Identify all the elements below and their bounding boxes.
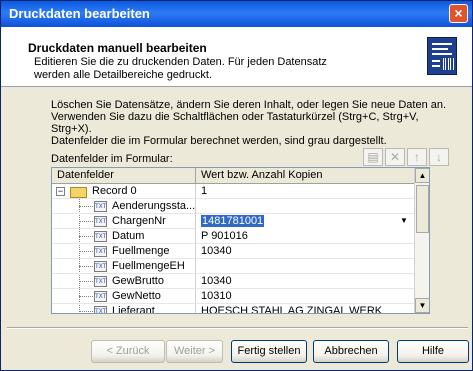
next-button[interactable]: Weiter > xyxy=(166,340,223,363)
text-field-icon: TXT xyxy=(94,216,107,227)
header-subtitle-line1: Editieren Sie die zu druckenden Daten. F… xyxy=(34,56,327,68)
folder-icon xyxy=(70,187,87,198)
text-field-icon: TXT xyxy=(94,306,107,313)
field-name: Fuellmenge xyxy=(112,245,170,257)
record-value[interactable]: 1 xyxy=(196,184,414,199)
field-name: ChargenNr xyxy=(112,215,166,227)
move-up-button[interactable]: ↑ xyxy=(407,148,427,166)
instructions-line1: Löschen Sie Datensätze, ändern Sie deren… xyxy=(51,99,447,111)
field-name: Datum xyxy=(112,230,145,242)
tree-row-field[interactable]: TXT Fuellmenge 10340 xyxy=(52,244,414,259)
scroll-down-icon: ▼ xyxy=(418,301,427,310)
tree-row-record[interactable]: − Record 0 1 xyxy=(52,184,414,199)
field-name: FuellmengeEH xyxy=(112,260,185,272)
new-record-button[interactable]: ▤ xyxy=(363,148,383,166)
vertical-scrollbar[interactable]: ▲ ▼ xyxy=(414,168,429,313)
text-field-icon: TXT xyxy=(94,231,107,242)
column-header-fields[interactable]: Datenfelder xyxy=(52,168,196,183)
delete-button[interactable]: ✕ xyxy=(385,148,405,166)
tree-row-field[interactable]: TXT Aenderungssta... xyxy=(52,199,414,214)
data-grid[interactable]: Datenfelder Wert bzw. Anzahl Kopien − Re… xyxy=(51,167,430,314)
grid-label: Datenfelder im Formular: xyxy=(51,153,173,165)
header-subtitle: Editieren Sie die zu druckenden Daten. F… xyxy=(34,56,394,82)
collapse-icon[interactable]: − xyxy=(56,187,65,196)
tree-row-field[interactable]: TXT FuellmengeEH xyxy=(52,259,414,274)
field-value[interactable] xyxy=(196,199,414,214)
field-name: GewNetto xyxy=(112,290,161,302)
print-data-icon xyxy=(427,37,457,75)
move-down-button[interactable]: ↓ xyxy=(429,148,449,166)
tree-row-field[interactable]: TXT GewBrutto 10340 xyxy=(52,274,414,289)
move-down-icon: ↓ xyxy=(436,150,442,164)
field-value[interactable]: HOESCH STAHL AG ZINGAL WERK xyxy=(196,304,414,313)
field-name: Aenderungssta... xyxy=(112,200,196,212)
close-icon: × xyxy=(454,5,463,21)
scroll-down-button[interactable]: ▼ xyxy=(415,298,429,313)
title-bar[interactable]: Druckdaten bearbeiten × xyxy=(1,1,472,27)
field-value[interactable]: 10340 xyxy=(196,244,414,259)
tree-row-field[interactable]: TXT Datum P 901016 xyxy=(52,229,414,244)
field-name: GewBrutto xyxy=(112,275,164,287)
instructions-line2: Verwenden Sie dazu die Schaltflächen ode… xyxy=(51,111,419,135)
text-field-icon: TXT xyxy=(94,276,107,287)
wizard-header: Druckdaten manuell bearbeiten Editieren … xyxy=(1,27,472,87)
back-button[interactable]: < Zurück xyxy=(91,340,165,363)
instructions-text: Löschen Sie Datensätze, ändern Sie deren… xyxy=(51,99,461,147)
field-value[interactable]: P 901016 xyxy=(196,229,414,244)
tree-row-field-selected[interactable]: TXT ChargenNr 1481781001 ▼ xyxy=(52,214,414,229)
text-field-icon: TXT xyxy=(94,291,107,302)
tree-row-field[interactable]: TXT Lieferant HOESCH STAHL AG ZINGAL WER… xyxy=(52,304,414,314)
field-value-selected[interactable]: 1481781001 xyxy=(201,215,265,227)
scroll-up-button[interactable]: ▲ xyxy=(415,168,429,183)
scroll-thumb[interactable] xyxy=(416,185,429,233)
header-subtitle-line2: werden alle Detailbereiche gedruckt. xyxy=(34,69,212,81)
footer-divider xyxy=(7,327,468,329)
text-field-icon: TXT xyxy=(94,201,107,212)
grid-header: Datenfelder Wert bzw. Anzahl Kopien xyxy=(52,168,414,184)
instructions-line3: Datenfelder die im Formular berechnet we… xyxy=(51,135,387,147)
value-combo-input[interactable]: 1481781001 ▼ xyxy=(197,214,412,229)
finish-button[interactable]: Fertig stellen xyxy=(231,340,307,363)
dialog-window: Druckdaten bearbeiten × Druckdaten manue… xyxy=(0,0,473,371)
move-up-icon: ↑ xyxy=(414,150,420,164)
field-name: Lieferant xyxy=(112,305,155,314)
close-button[interactable]: × xyxy=(449,4,468,23)
field-value[interactable]: 10310 xyxy=(196,289,414,304)
cancel-button[interactable]: Abbrechen xyxy=(313,340,389,363)
scroll-up-icon: ▲ xyxy=(418,171,427,180)
window-title: Druckdaten bearbeiten xyxy=(9,6,150,21)
field-value[interactable]: 10340 xyxy=(196,274,414,289)
text-field-icon: TXT xyxy=(94,261,107,272)
header-title: Druckdaten manuell bearbeiten xyxy=(28,41,207,55)
dropdown-arrow-icon[interactable]: ▼ xyxy=(398,215,410,227)
field-value[interactable] xyxy=(196,259,414,274)
help-button[interactable]: Hilfe xyxy=(397,340,469,363)
tree-row-field[interactable]: TXT GewNetto 10310 xyxy=(52,289,414,304)
text-field-icon: TXT xyxy=(94,246,107,257)
delete-icon: ✕ xyxy=(389,150,401,164)
record-name: Record 0 xyxy=(92,185,137,197)
column-header-value[interactable]: Wert bzw. Anzahl Kopien xyxy=(196,168,414,183)
new-record-icon: ▤ xyxy=(367,150,379,164)
